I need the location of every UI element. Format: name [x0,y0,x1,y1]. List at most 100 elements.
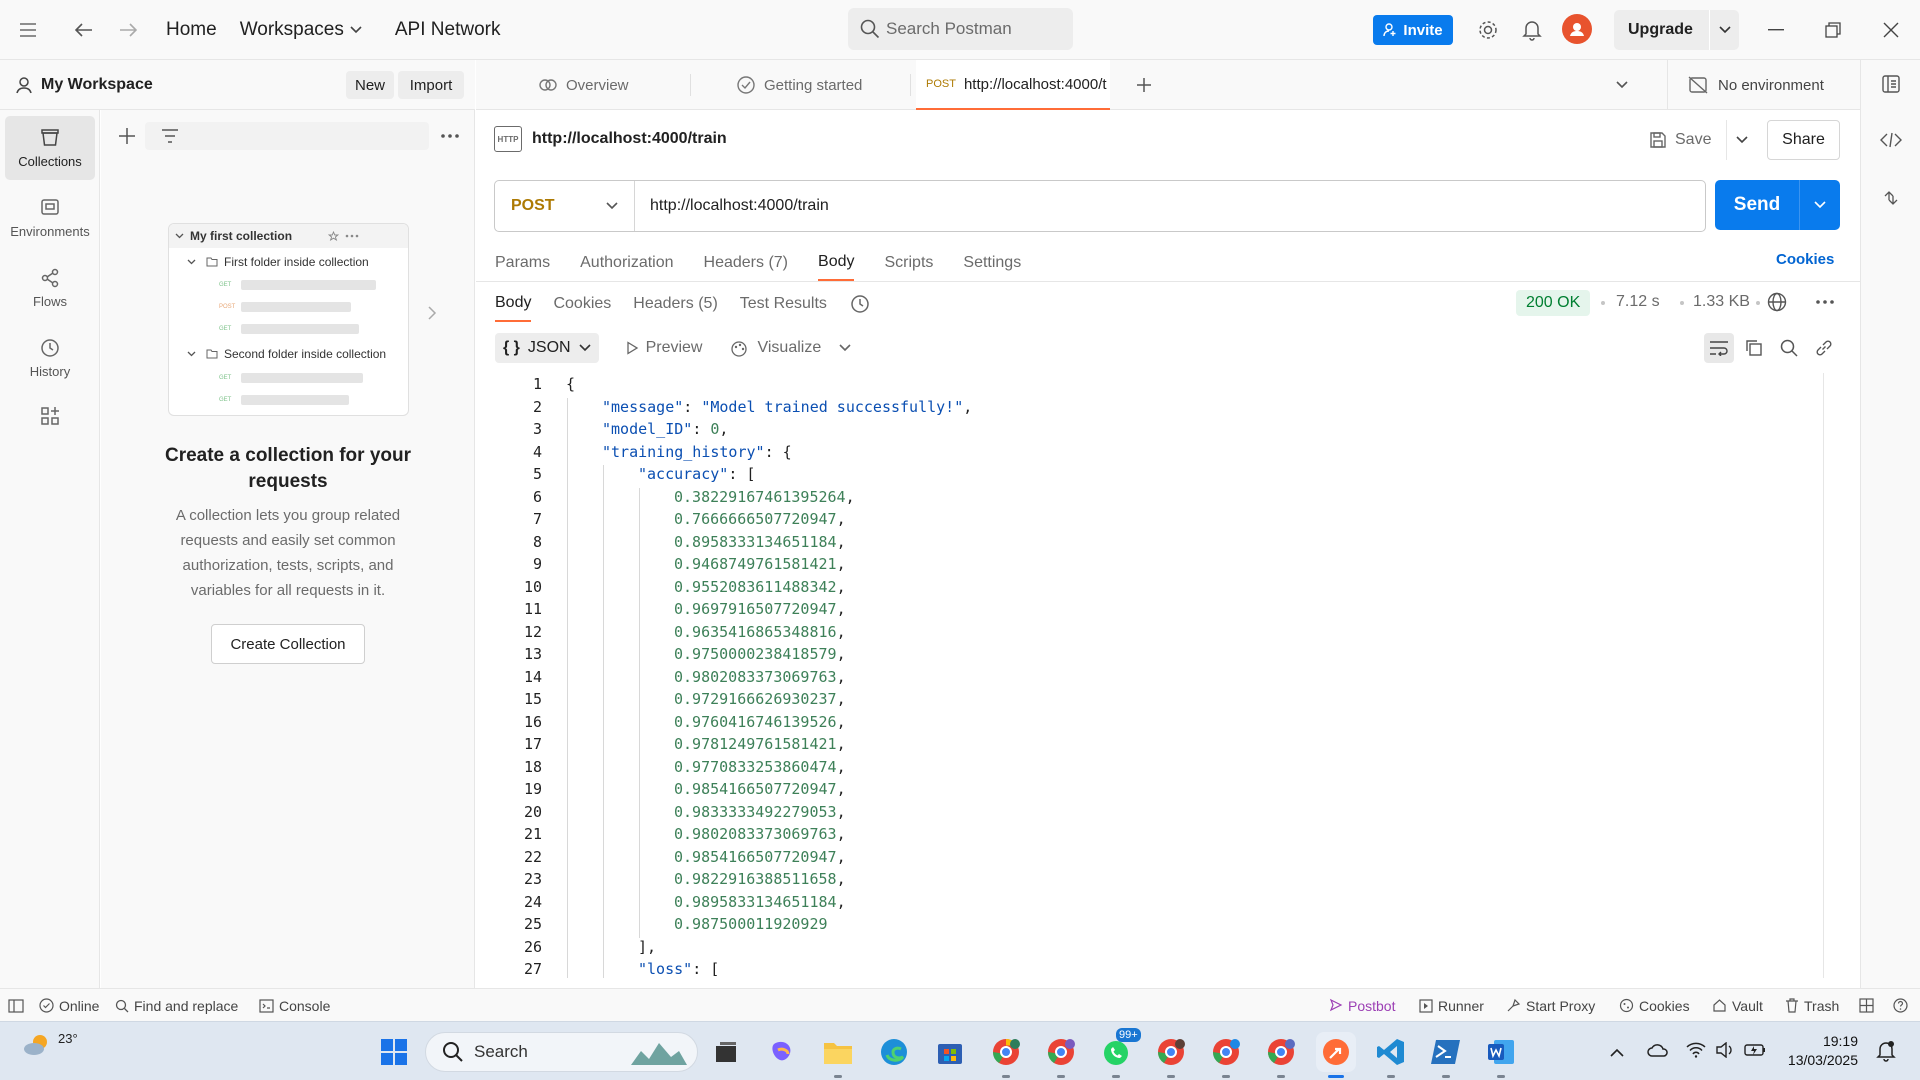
tab-headers[interactable]: Headers (7) [704,245,789,281]
search-icon[interactable] [1774,333,1804,363]
history-icon[interactable] [849,293,871,315]
start-proxy-button[interactable]: Start Proxy [1506,989,1595,1022]
tab-authorization[interactable]: Authorization [580,245,673,281]
chrome-profile-1-icon[interactable] [986,1032,1026,1078]
search-input[interactable]: Search Postman [848,8,1073,50]
workspaces-menu[interactable]: Workspaces [240,19,362,41]
find-replace-button[interactable]: Find and replace [115,989,238,1022]
notifications-bell-icon[interactable] [1516,14,1548,46]
response-size[interactable]: 1.33 KB [1693,293,1750,311]
battery-icon[interactable] [1744,1042,1766,1058]
response-time[interactable]: 7.12 s [1616,293,1660,311]
tabs-overflow-chevron-icon[interactable] [1616,81,1628,89]
vscode-icon[interactable] [1371,1032,1411,1078]
chrome-profile-5-icon[interactable] [1261,1032,1301,1078]
notifications-bell-icon[interactable] [1876,1040,1896,1062]
back-arrow-icon[interactable] [64,10,104,50]
send-options-chevron-icon[interactable] [1800,201,1840,209]
tab-body[interactable]: Body [818,245,855,281]
rail-item-environments[interactable]: Environments [5,186,95,250]
help-icon[interactable] [1893,989,1908,1022]
rail-item-flows[interactable]: Flows [5,256,95,320]
plus-icon[interactable] [113,122,141,150]
cookies-link[interactable]: Cookies [1776,251,1834,268]
console-button[interactable]: Console [259,989,330,1022]
tab-params[interactable]: Params [495,245,550,281]
edge-browser-icon[interactable] [874,1032,914,1072]
vault-button[interactable]: Vault [1712,989,1763,1022]
cookies-button[interactable]: Cookies [1619,989,1690,1022]
user-avatar[interactable] [1562,14,1592,44]
chrome-profile-3-icon[interactable] [1151,1032,1191,1078]
api-network-link[interactable]: API Network [395,19,501,41]
postman-app-icon[interactable] [1316,1032,1356,1078]
share-button[interactable]: Share [1767,120,1840,160]
microsoft-store-icon[interactable] [930,1032,970,1072]
resp-tab-test-results[interactable]: Test Results [740,286,827,322]
preview-button[interactable]: Preview [615,339,713,357]
filter-input[interactable] [145,122,429,150]
wifi-icon[interactable] [1686,1042,1706,1058]
powershell-icon[interactable] [1426,1032,1466,1078]
environment-quicklook-icon[interactable] [1881,74,1901,94]
copilot-icon[interactable] [762,1032,802,1072]
runner-button[interactable]: Runner [1419,989,1484,1022]
chevron-down-icon[interactable] [839,344,851,352]
tab-overview[interactable]: Overview [538,60,629,110]
new-button[interactable]: New [346,71,394,99]
taskbar-search[interactable]: Search [425,1032,698,1072]
layout-icon[interactable] [1859,989,1874,1022]
resp-tab-cookies[interactable]: Cookies [553,286,611,322]
method-select[interactable]: POST [495,181,635,231]
invite-button[interactable]: Invite [1373,15,1453,45]
status-badge[interactable]: 200 OK [1516,290,1591,316]
code-icon[interactable] [1880,132,1902,148]
file-explorer-icon[interactable] [818,1032,858,1078]
settings-gear-icon[interactable] [1472,14,1504,46]
close-icon[interactable] [1876,15,1906,45]
visualize-button[interactable]: Visualize [720,339,831,357]
tab-active-request[interactable]: POST http://localhost:4000/t [916,60,1110,110]
chrome-profile-2-icon[interactable] [1041,1032,1081,1078]
rail-item-history[interactable]: History [5,326,95,390]
more-options-icon[interactable] [439,125,461,147]
upgrade-button[interactable]: Upgrade [1614,10,1739,50]
hamburger-menu-icon[interactable] [8,10,48,50]
taskbar-clock[interactable]: 19:19 13/03/2025 [1780,1032,1858,1070]
globe-icon[interactable] [1767,292,1787,312]
copy-icon[interactable] [1739,333,1769,363]
tab-getting-started[interactable]: Getting started [736,60,862,110]
rail-item-add[interactable] [5,396,95,436]
forward-arrow-icon[interactable] [108,10,148,50]
toggle-sidebar-icon[interactable] [8,989,24,1022]
import-button[interactable]: Import [398,71,464,99]
resp-tab-body[interactable]: Body [495,286,532,322]
trash-button[interactable]: Trash [1785,989,1839,1022]
online-status[interactable]: Online [39,989,99,1022]
chrome-profile-4-icon[interactable] [1206,1032,1246,1078]
tab-scripts[interactable]: Scripts [884,245,933,281]
request-name[interactable]: http://localhost:4000/train [532,130,727,148]
request-info-icon[interactable] [1882,189,1900,207]
more-options-icon[interactable] [1814,292,1836,312]
whatsapp-icon[interactable]: 99+ [1096,1028,1141,1078]
show-hidden-icons-chevron-icon[interactable] [1610,1048,1624,1057]
weather-widget[interactable]: 23° [22,1030,78,1058]
code-scrollbar-track[interactable] [1823,373,1824,978]
format-select[interactable]: { } JSON [495,333,599,363]
restore-icon[interactable] [1818,15,1848,45]
save-button[interactable]: Save [1649,120,1711,160]
word-icon[interactable] [1481,1032,1521,1078]
chevron-down-icon[interactable] [1719,26,1731,34]
task-view-icon[interactable] [706,1032,746,1072]
rail-item-collections[interactable]: Collections [5,116,95,180]
postbot-button[interactable]: Postbot [1328,989,1395,1022]
resp-tab-headers[interactable]: Headers (5) [633,286,718,322]
url-input[interactable] [635,197,1635,215]
create-collection-button[interactable]: Create Collection [211,624,365,664]
minimize-icon[interactable] [1761,15,1791,45]
tab-settings[interactable]: Settings [963,245,1021,281]
save-options-chevron-icon[interactable] [1726,120,1756,160]
wrap-lines-icon[interactable] [1704,333,1734,363]
home-link[interactable]: Home [166,19,217,41]
